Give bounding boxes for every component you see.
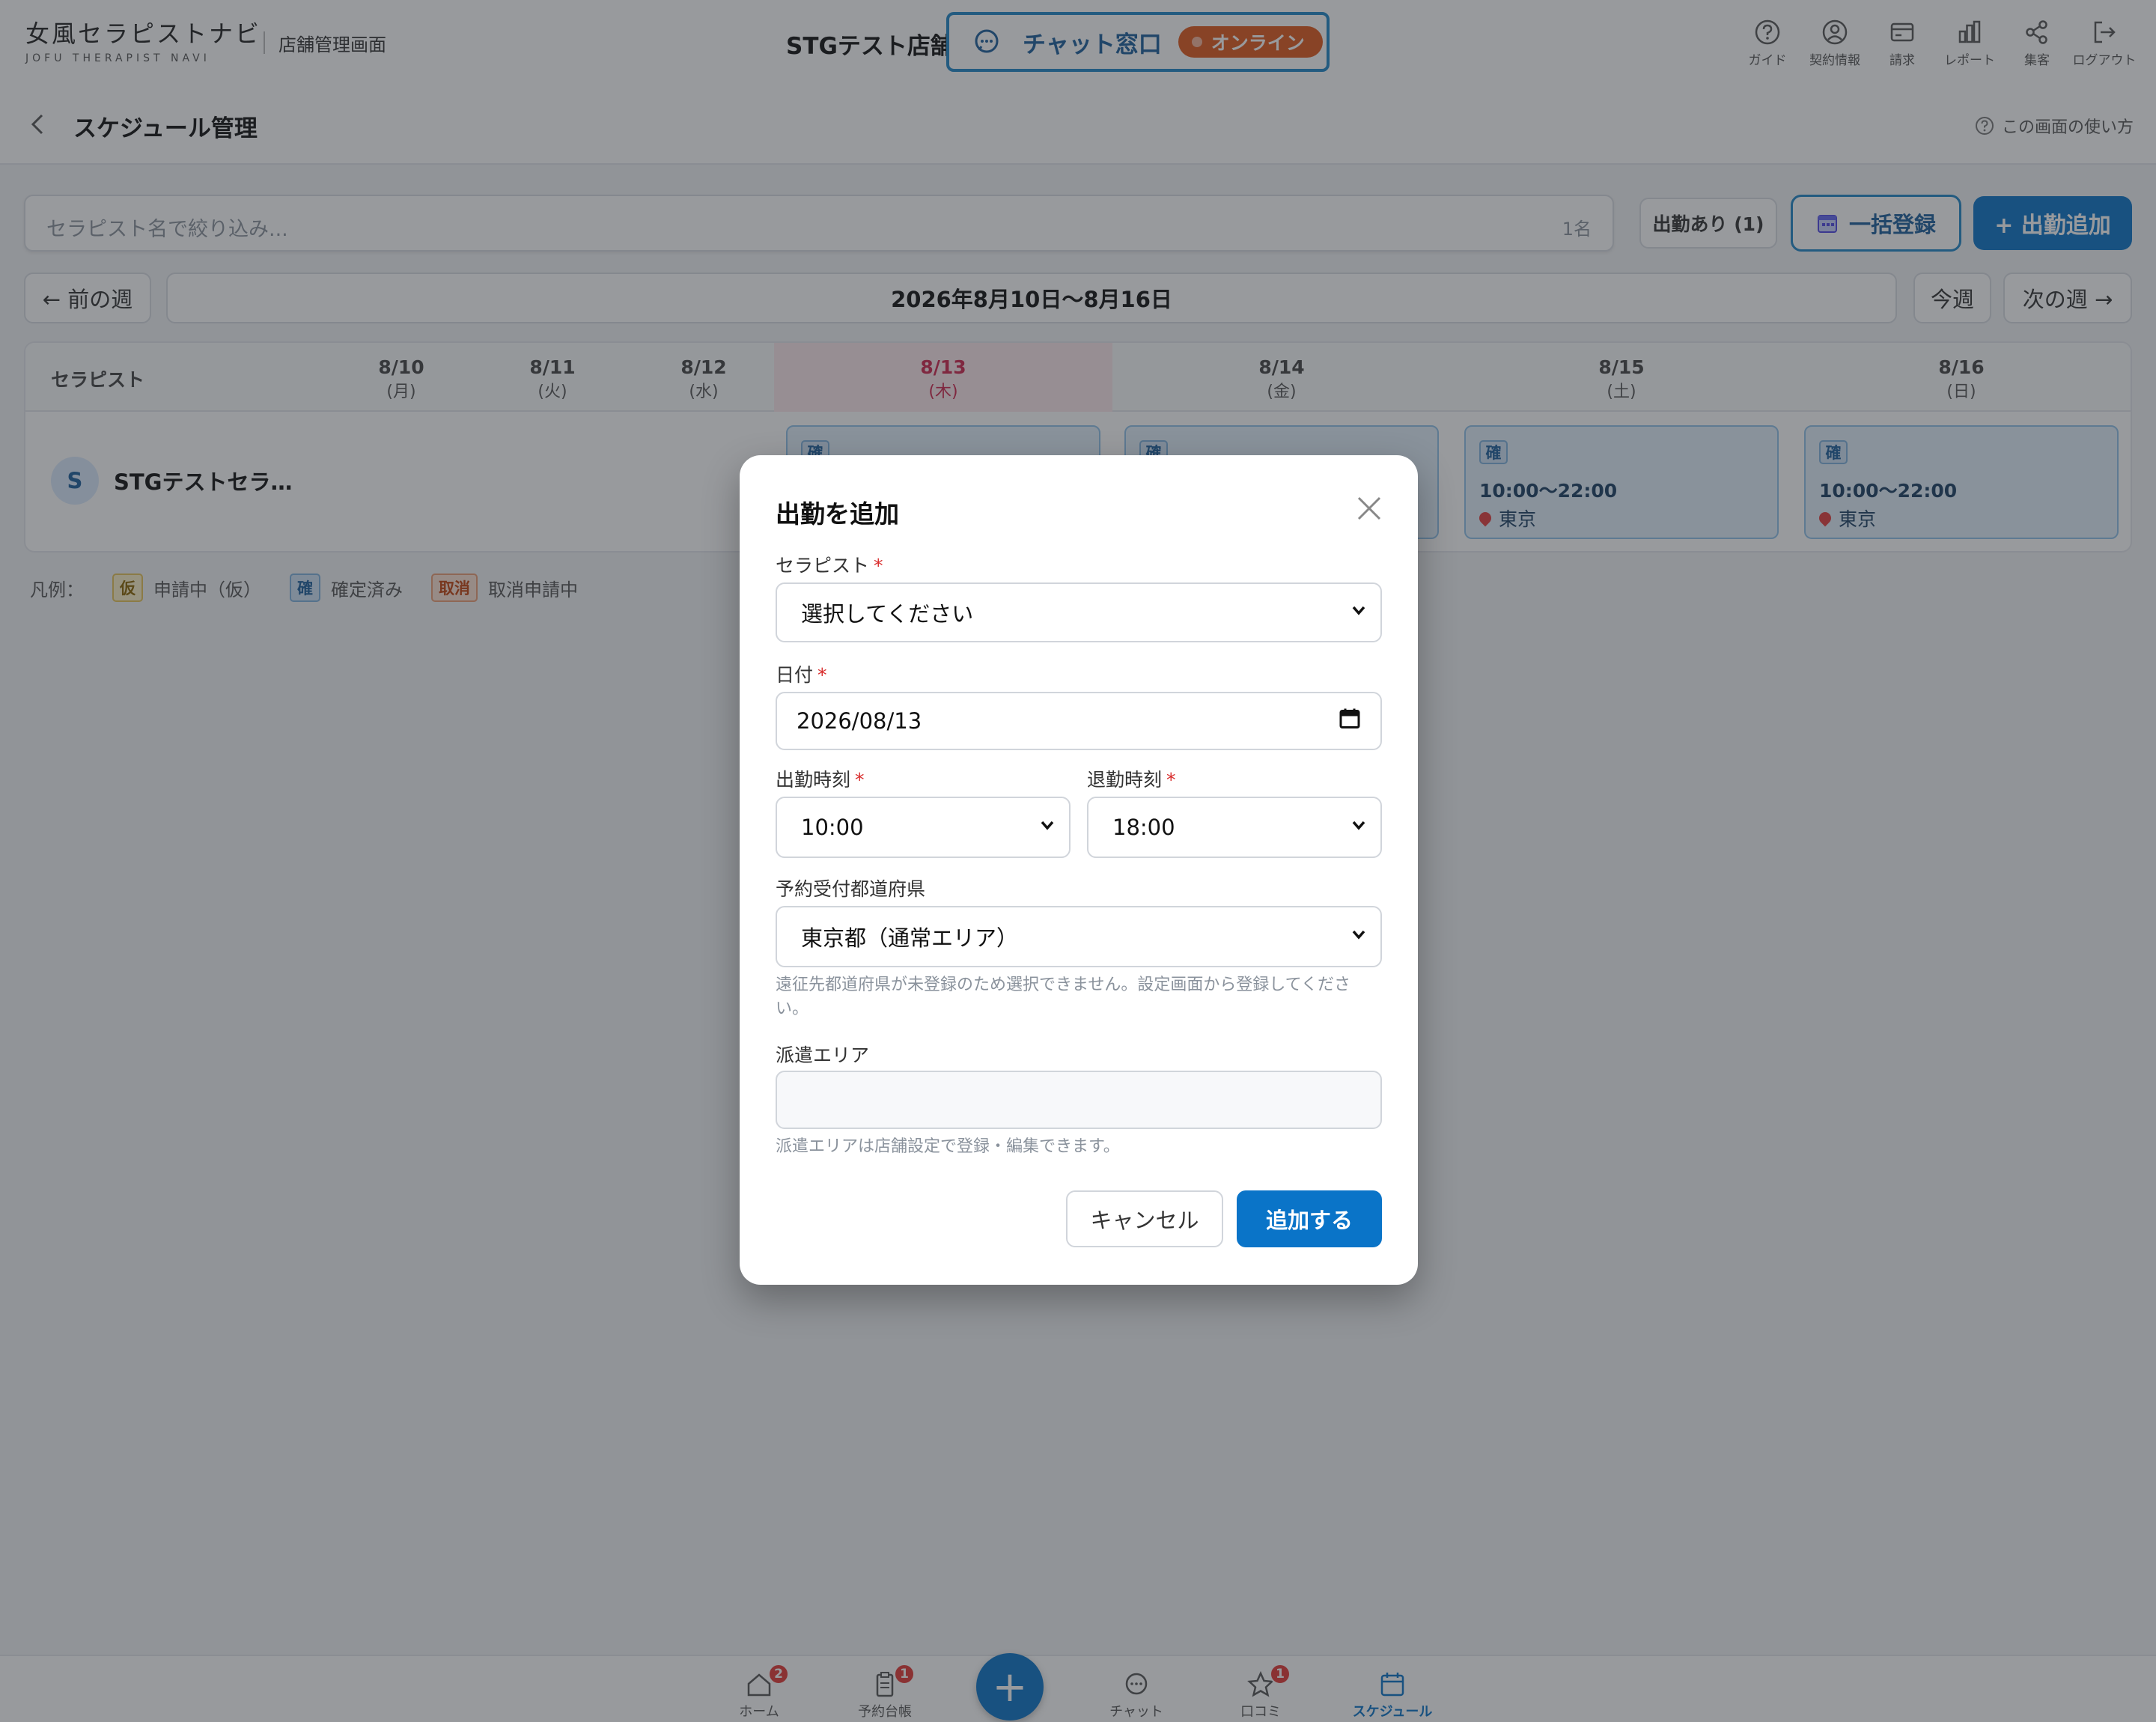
end-time-label-text: 退勤時刻 bbox=[1087, 769, 1163, 791]
therapist-field-label: セラピスト * bbox=[776, 551, 883, 578]
chevron-down-icon bbox=[1349, 815, 1368, 840]
prefecture-select[interactable]: 東京都（通常エリア） bbox=[776, 906, 1382, 967]
prefecture-value: 東京都（通常エリア） bbox=[801, 925, 1019, 951]
close-icon[interactable] bbox=[1356, 496, 1382, 524]
required-mark: * bbox=[855, 769, 865, 791]
chevron-down-icon bbox=[1038, 815, 1057, 840]
required-mark: * bbox=[817, 664, 827, 686]
date-input-value: 2026/08/13 bbox=[797, 708, 922, 734]
end-time-value: 18:00 bbox=[1112, 815, 1175, 840]
chevron-down-icon bbox=[1349, 600, 1368, 625]
therapist-field-label-text: セラピスト bbox=[776, 555, 870, 576]
dispatch-area-label: 派遣エリア bbox=[776, 1044, 870, 1066]
start-time-label-text: 出勤時刻 bbox=[776, 769, 851, 791]
date-field-label: 日付 * bbox=[776, 660, 827, 687]
date-input[interactable]: 2026/08/13 bbox=[776, 692, 1382, 750]
prefecture-label: 予約受付都道府県 bbox=[776, 878, 926, 900]
add-attendance-dialog: 出勤を追加 セラピスト * 選択してください 日付 * 2026/08/13 出勤時… bbox=[740, 455, 1418, 1285]
chevron-down-icon bbox=[1349, 924, 1368, 949]
dispatch-area-input[interactable] bbox=[776, 1071, 1382, 1129]
prefecture-help-text: 遠征先都道府県が未登録のため選択できません。設定画面から登録してください。 bbox=[776, 976, 1351, 1018]
cancel-button[interactable]: キャンセル bbox=[1066, 1190, 1223, 1247]
therapist-select-value: 選択してください bbox=[801, 601, 974, 627]
therapist-select[interactable]: 選択してください bbox=[776, 582, 1382, 642]
start-time-select[interactable]: 10:00 bbox=[776, 797, 1071, 858]
submit-button[interactable]: 追加する bbox=[1237, 1190, 1382, 1247]
end-time-select[interactable]: 18:00 bbox=[1087, 797, 1382, 858]
dialog-title: 出勤を追加 bbox=[776, 499, 899, 529]
start-time-label: 出勤時刻 * bbox=[776, 765, 865, 792]
start-time-value: 10:00 bbox=[801, 815, 864, 840]
required-mark: * bbox=[874, 555, 883, 576]
required-mark: * bbox=[1166, 769, 1176, 791]
date-field-label-text: 日付 bbox=[776, 664, 814, 686]
dispatch-area-help-text: 派遣エリアは店舗設定で登録・編集できます。 bbox=[776, 1137, 1120, 1156]
calendar-icon[interactable] bbox=[1339, 708, 1361, 735]
end-time-label: 退勤時刻 * bbox=[1087, 765, 1176, 792]
